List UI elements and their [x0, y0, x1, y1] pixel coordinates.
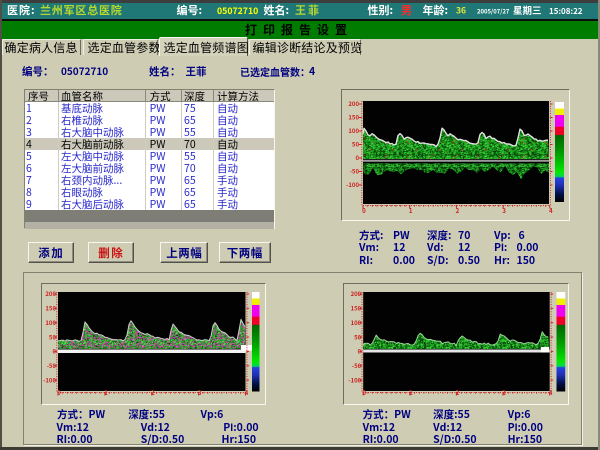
- svg-text:1: 1: [409, 206, 413, 215]
- svg-text:50: 50: [352, 140, 360, 149]
- svg-text:0: 0: [357, 347, 361, 356]
- svg-text:-100: -100: [348, 375, 361, 384]
- svg-text:2: 2: [455, 388, 459, 397]
- svg-text:100: 100: [350, 318, 361, 327]
- svg-text:-50: -50: [47, 361, 57, 370]
- svg-text:50: 50: [354, 332, 362, 341]
- svg-text:-100: -100: [346, 180, 359, 189]
- svg-text:150: 150: [348, 113, 359, 122]
- svg-text:2: 2: [456, 206, 460, 215]
- svg-text:150: 150: [350, 304, 361, 313]
- svg-text:3: 3: [502, 388, 506, 397]
- svg-text:-50: -50: [350, 167, 360, 176]
- svg-text:2: 2: [151, 388, 155, 397]
- svg-text:200: 200: [350, 289, 361, 298]
- svg-text:0: 0: [355, 153, 359, 162]
- svg-text:3: 3: [198, 388, 202, 397]
- svg-text:4: 4: [548, 388, 552, 397]
- svg-text:0: 0: [52, 347, 56, 356]
- svg-text:0: 0: [57, 388, 61, 397]
- svg-text:200: 200: [348, 99, 359, 108]
- svg-text:1: 1: [104, 388, 108, 397]
- svg-text:4: 4: [245, 388, 249, 397]
- svg-text:3: 3: [502, 206, 506, 215]
- svg-text:4: 4: [549, 206, 553, 215]
- svg-text:1: 1: [408, 388, 412, 397]
- svg-text:50: 50: [49, 332, 57, 341]
- svg-text:200: 200: [45, 289, 56, 298]
- svg-text:-100: -100: [43, 375, 56, 384]
- svg-text:-50: -50: [351, 361, 361, 370]
- svg-text:150: 150: [45, 304, 56, 313]
- svg-text:0: 0: [362, 388, 366, 397]
- svg-text:0: 0: [362, 206, 366, 215]
- svg-text:100: 100: [45, 318, 56, 327]
- svg-text:100: 100: [348, 126, 359, 135]
